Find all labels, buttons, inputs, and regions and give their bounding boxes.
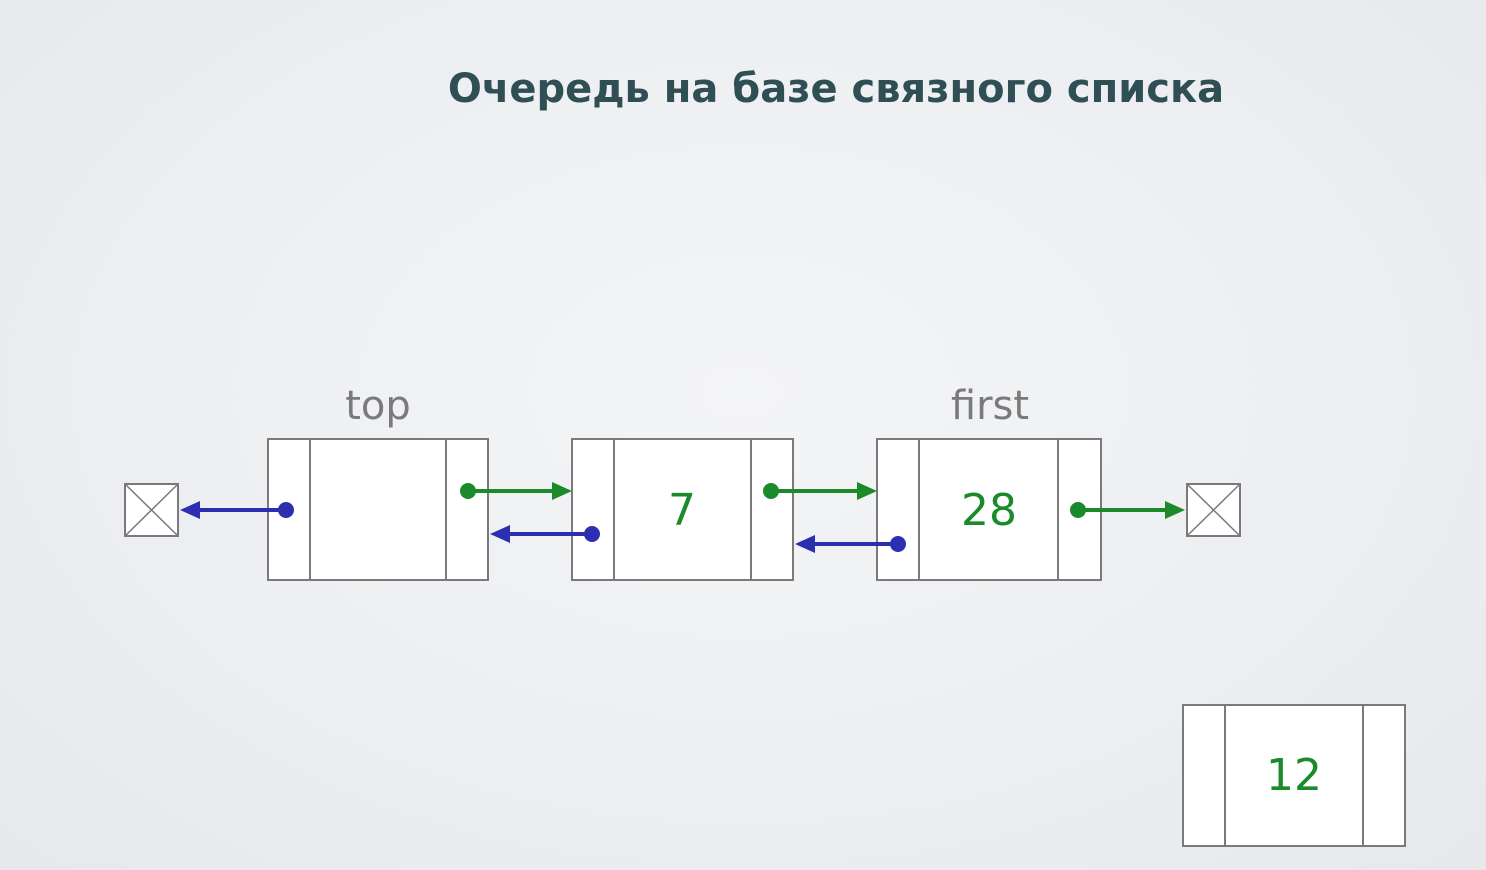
list-node-7: 7 [571,438,794,581]
list-node-top [267,438,489,581]
first-pointer-label: first [951,383,1029,429]
null-terminator-right [1186,483,1241,537]
list-node-28: 28 [876,438,1102,581]
list-node-12-new: 12 [1182,704,1406,847]
top-pointer-label: top [345,383,411,429]
null-terminator-left [124,483,179,537]
node-value: 12 [1266,750,1322,801]
node-value: 28 [961,485,1017,536]
linked-list-diagram: top first 7 28 12 [124,383,1406,847]
node-value: 7 [668,485,696,536]
